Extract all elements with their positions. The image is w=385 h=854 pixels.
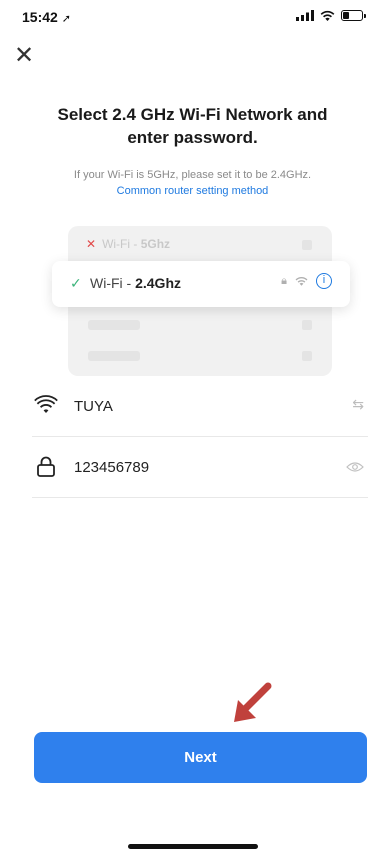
check-icon: ✓ [70,275,82,291]
switch-arrows-icon[interactable]: ⇆ [352,396,364,413]
wifi-icon [34,395,58,413]
next-button[interactable]: Next [34,732,367,783]
cellular-signal-icon [296,10,314,21]
location-arrow-icon: ➚ [61,13,71,25]
placeholder-square [302,320,312,330]
cross-icon: ✕ [86,237,97,251]
placeholder-bar [88,320,140,330]
pointer-arrow-annotation [234,682,272,722]
eye-icon[interactable] [346,461,364,473]
wifi-small-icon [295,277,308,286]
wifi-name-value[interactable]: TUYA [74,398,113,415]
page-title: Select 2.4 GHz Wi-Fi Network and enter p… [57,105,328,147]
battery-icon [341,10,366,21]
placeholder-square [302,351,312,361]
lock-icon [37,456,55,477]
lock-small-icon: 🔒︎ [281,274,287,287]
password-field[interactable]: 123456789 [32,437,368,498]
illustration-2-4ghz-card: ✓ Wi-Fi - 2.4Ghz 🔒︎ i [52,261,350,307]
status-icons [296,10,366,21]
common-router-setting-link[interactable]: Common router setting method [0,185,385,197]
placeholder-bar [88,351,140,361]
wifi-status-icon [320,10,335,21]
illustration-5ghz-row: ✕ Wi-Fi - 5Ghz [86,237,171,251]
info-icon: i [316,273,332,289]
wifi-name-field[interactable]: TUYA ⇆ [32,376,368,437]
status-time: 15:42 ➚ [22,9,71,25]
placeholder-square [302,240,312,250]
close-icon: ✕ [14,42,35,69]
subtitle: If your Wi-Fi is 5GHz, please set it to … [73,169,312,181]
password-value[interactable]: 123456789 [74,459,149,476]
close-button[interactable]: ✕ [14,44,34,68]
home-indicator [128,844,258,849]
